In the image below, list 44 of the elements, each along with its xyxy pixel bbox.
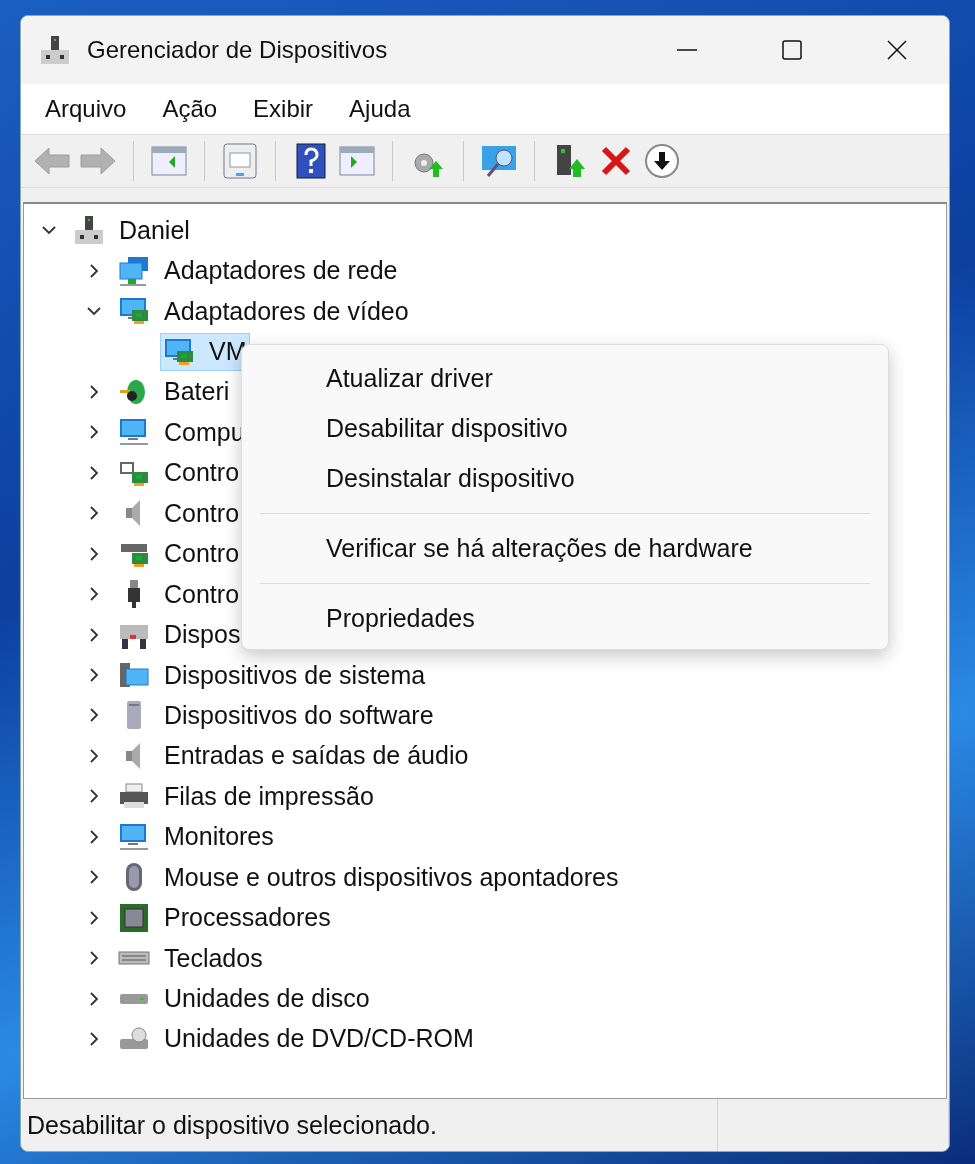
tree-item[interactable]: Processadores xyxy=(115,898,334,937)
window-pane-icon xyxy=(151,146,187,176)
context-menu-item[interactable]: Desabilitar dispositivo xyxy=(242,403,888,453)
tree-item[interactable]: Filas de impressão xyxy=(115,777,377,816)
tree-item[interactable]: Adaptadores de rede xyxy=(115,251,401,290)
forward-arrow-icon xyxy=(79,146,117,176)
tree-item[interactable]: Entradas e saídas de áudio xyxy=(115,736,472,775)
menu-item[interactable]: Arquivo xyxy=(34,91,138,127)
context-menu-item[interactable]: Desinstalar dispositivo xyxy=(242,453,888,503)
tree-item[interactable]: Contro xyxy=(115,494,243,533)
tree-item[interactable]: Contro xyxy=(115,534,243,573)
computer-icon xyxy=(39,34,71,66)
minimize-icon xyxy=(675,49,698,51)
menu-item[interactable]: Ajuda xyxy=(338,91,422,127)
context-menu-item[interactable]: Propriedades xyxy=(242,593,888,643)
tree-item[interactable]: Dispos xyxy=(115,615,244,654)
network-icon xyxy=(118,254,150,287)
properties-icon xyxy=(223,143,257,179)
maximize-icon xyxy=(780,39,803,61)
tree-item[interactable]: Daniel xyxy=(70,211,193,250)
tree-item[interactable]: Contro xyxy=(115,575,243,614)
tree-item[interactable]: Bateri xyxy=(115,372,233,411)
back-arrow-icon xyxy=(33,146,71,176)
tree-item[interactable]: Dispositivos de sistema xyxy=(115,656,429,695)
scan-monitor-icon xyxy=(480,144,518,178)
menu-item[interactable]: Exibir xyxy=(242,91,325,127)
tree-item[interactable]: Monitores xyxy=(115,817,277,856)
close-icon xyxy=(885,39,908,61)
tree-item[interactable]: Teclados xyxy=(115,939,266,978)
chip-icon xyxy=(118,901,150,934)
delete-icon xyxy=(600,145,632,177)
computer-icon xyxy=(73,214,105,247)
window-title: Gerenciador de Dispositivos xyxy=(87,36,389,64)
window-pane-icon xyxy=(339,146,375,176)
status-text: Desabilitar o dispositivo selecionado. xyxy=(21,1099,718,1151)
tree-item[interactable]: Unidades de DVD/CD-ROM xyxy=(115,1019,477,1058)
menu-item[interactable]: Ação xyxy=(151,91,229,127)
context-menu-item[interactable]: Verificar se há alterações de hardware xyxy=(242,523,888,573)
tree-item[interactable]: Adaptadores de vídeo xyxy=(115,292,412,331)
help-icon xyxy=(296,143,326,179)
tree-item[interactable]: Unidades de disco xyxy=(115,979,373,1018)
tree-item[interactable]: Contro xyxy=(115,453,243,492)
tree-item[interactable]: Dispositivos do software xyxy=(115,696,437,735)
tree-item[interactable]: Mouse e outros dispositivos apontadores xyxy=(115,858,622,897)
